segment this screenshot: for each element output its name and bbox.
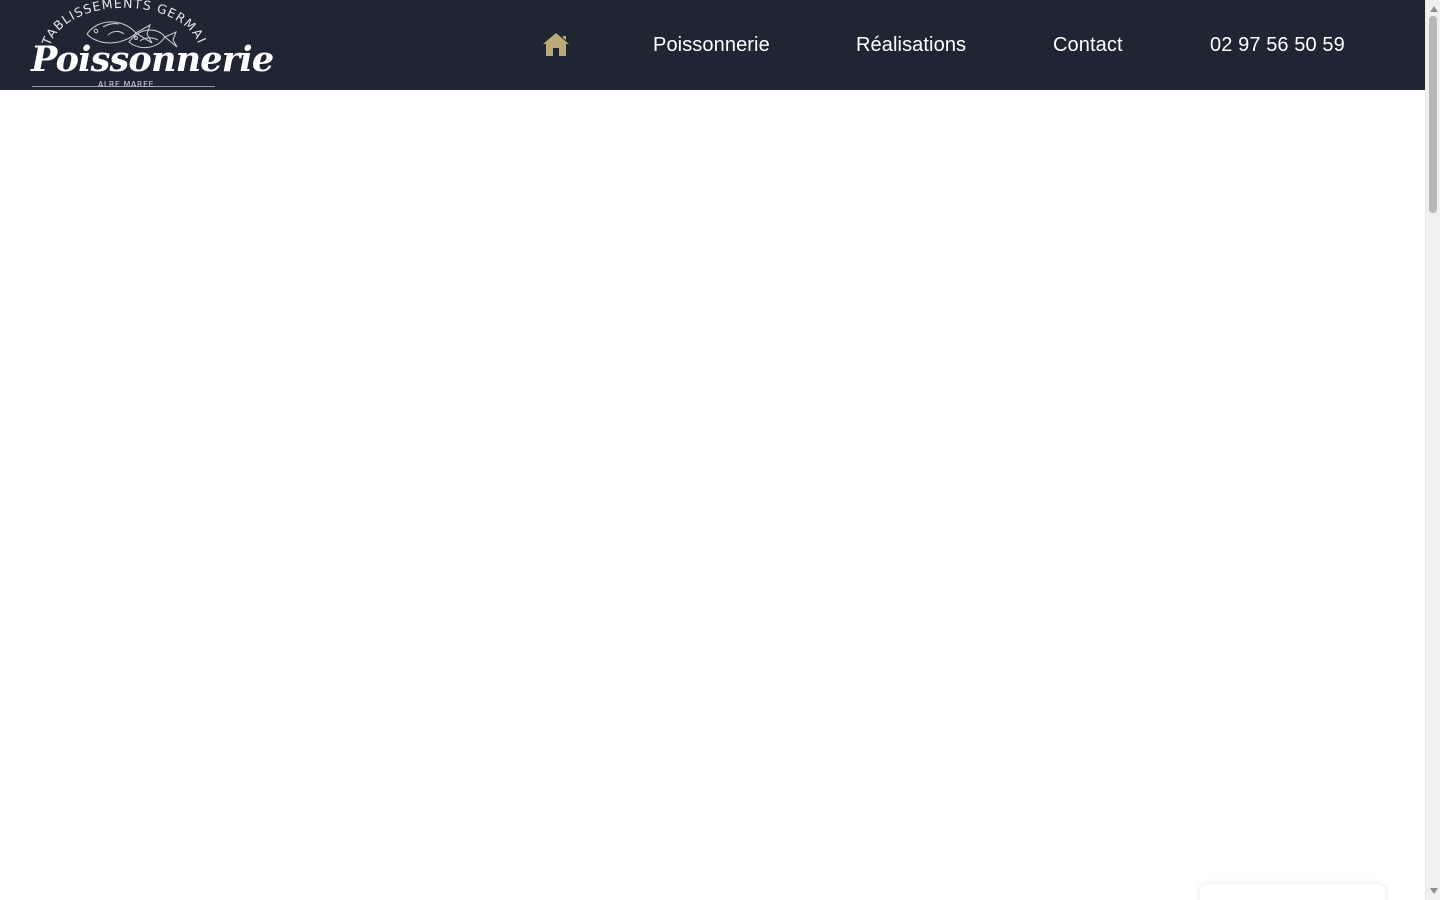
main-navigation: Poissonnerie Réalisations Contact 02 97 … xyxy=(0,0,1425,90)
nav-item-contact[interactable]: Contact xyxy=(1053,29,1139,61)
floating-widget[interactable] xyxy=(1200,884,1385,900)
scroll-down-icon[interactable] xyxy=(1430,888,1438,894)
phone-link[interactable]: 02 97 56 50 59 xyxy=(1210,29,1362,61)
page: ETABLISSEMENTS GERMAIN Poissonnerie ALRE… xyxy=(0,0,1440,900)
home-icon xyxy=(543,33,569,56)
nav-item-poissonnerie[interactable]: Poissonnerie xyxy=(653,29,785,61)
nav-item-realisations[interactable]: Réalisations xyxy=(856,29,982,61)
scroll-up-icon[interactable] xyxy=(1430,6,1438,12)
scrollbar-thumb[interactable] xyxy=(1429,16,1437,213)
vertical-scrollbar[interactable] xyxy=(1425,0,1440,900)
home-link[interactable] xyxy=(542,32,570,57)
site-header: ETABLISSEMENTS GERMAIN Poissonnerie ALRE… xyxy=(0,0,1425,90)
